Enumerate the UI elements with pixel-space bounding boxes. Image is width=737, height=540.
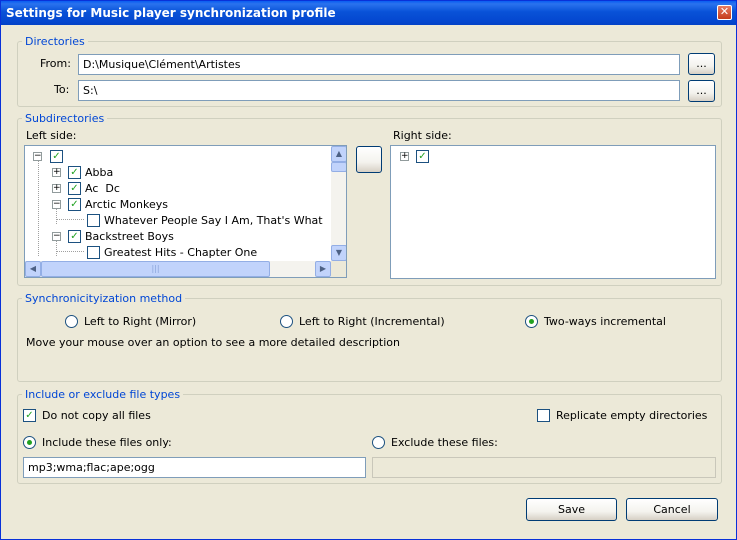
tree-node-label: Greatest Hits - Chapter One <box>104 246 258 259</box>
transfer-button[interactable] <box>356 146 382 173</box>
replicate-empty-label[interactable]: Replicate empty directories <box>556 409 707 422</box>
acdc-checkbox[interactable]: ✓ <box>68 182 81 195</box>
from-browse-button[interactable]: ... <box>688 53 715 75</box>
replicate-empty-checkbox[interactable] <box>537 409 550 422</box>
file-types-legend: Include or exclude file types <box>25 388 181 401</box>
from-path-input[interactable]: D:\Musique\Clément\Artistes <box>78 54 680 75</box>
collapse-icon[interactable]: − <box>33 152 42 161</box>
abba-checkbox[interactable]: ✓ <box>68 166 81 179</box>
tree-node-label: Whatever People Say I Am, That's What <box>104 214 323 227</box>
vertical-scrollbar[interactable]: ▲ ▼ <box>331 146 346 261</box>
settings-window: Settings for Music player synchronizatio… <box>0 0 737 540</box>
arctic-monkeys-checkbox[interactable]: ✓ <box>68 198 81 211</box>
close-icon: ✕ <box>719 5 730 18</box>
do-not-copy-all-checkbox[interactable]: ✓ <box>23 409 36 422</box>
include-files-input[interactable]: mp3;wma;flac;ape;ogg <box>23 457 366 478</box>
sync-method-legend: Synchronicityization method <box>25 292 183 305</box>
subdirectories-legend: Subdirectories <box>25 112 105 125</box>
right-side-label: Right side: <box>393 129 452 142</box>
from-label: From: <box>40 57 71 70</box>
include-files-label[interactable]: Include these files only: <box>42 436 172 449</box>
right-tree[interactable]: + ✓ <box>390 145 716 279</box>
scroll-down-arrow-icon[interactable]: ▼ <box>331 245 346 261</box>
window-title: Settings for Music player synchronizatio… <box>6 6 336 20</box>
to-browse-button[interactable]: ... <box>688 80 715 102</box>
incremental-radio[interactable] <box>280 315 293 328</box>
directories-legend: Directories <box>25 35 85 48</box>
root-checkbox[interactable]: ✓ <box>50 150 63 163</box>
exclude-files-radio[interactable] <box>372 436 385 449</box>
backstreet-boys-checkbox[interactable]: ✓ <box>68 230 81 243</box>
expand-icon[interactable]: + <box>52 168 61 177</box>
sync-method-description: Move your mouse over an option to see a … <box>26 336 401 349</box>
horizontal-scroll-thumb[interactable]: ||| <box>41 261 270 277</box>
whatever-people-say-checkbox[interactable] <box>87 214 100 227</box>
vertical-scroll-thumb[interactable] <box>331 162 346 172</box>
scroll-left-arrow-icon[interactable]: ◀ <box>25 261 41 277</box>
two-ways-option-label[interactable]: Two-ways incremental <box>544 315 666 328</box>
exclude-files-input <box>372 457 716 478</box>
tree-node-label: Ac Dc <box>85 182 120 195</box>
expand-icon[interactable]: + <box>400 152 409 161</box>
do-not-copy-all-label[interactable]: Do not copy all files <box>42 409 151 422</box>
close-button[interactable]: ✕ <box>717 5 732 20</box>
scroll-up-arrow-icon[interactable]: ▲ <box>331 146 346 162</box>
include-files-radio[interactable] <box>23 436 36 449</box>
cancel-button[interactable]: Cancel <box>626 498 718 521</box>
to-path-input[interactable]: S:\ <box>78 80 680 101</box>
tree-node-label: Backstreet Boys <box>85 230 174 243</box>
save-button[interactable]: Save <box>526 498 617 521</box>
collapse-icon[interactable]: − <box>52 200 61 209</box>
greatest-hits-checkbox[interactable] <box>87 246 100 259</box>
tree-node-label: Abba <box>85 166 114 179</box>
incremental-option-label[interactable]: Left to Right (Incremental) <box>299 315 445 328</box>
horizontal-scrollbar[interactable]: ◀ ||| ▶ <box>25 261 331 277</box>
exclude-files-label[interactable]: Exclude these files: <box>391 436 498 449</box>
left-tree[interactable]: − ✓ + ✓ Abba + ✓ Ac Dc − ✓ Arctic Monkey… <box>24 145 347 278</box>
title-bar[interactable]: Settings for Music player synchronizatio… <box>1 1 736 25</box>
collapse-icon[interactable]: − <box>52 232 61 241</box>
left-side-label: Left side: <box>26 129 77 142</box>
to-label: To: <box>54 83 70 96</box>
mirror-option-label[interactable]: Left to Right (Mirror) <box>84 315 196 328</box>
mirror-radio[interactable] <box>65 315 78 328</box>
scroll-right-arrow-icon[interactable]: ▶ <box>315 261 331 277</box>
right-root-checkbox[interactable]: ✓ <box>416 150 429 163</box>
expand-icon[interactable]: + <box>52 184 61 193</box>
two-ways-radio[interactable] <box>525 315 538 328</box>
tree-node-label: Arctic Monkeys <box>85 198 168 211</box>
